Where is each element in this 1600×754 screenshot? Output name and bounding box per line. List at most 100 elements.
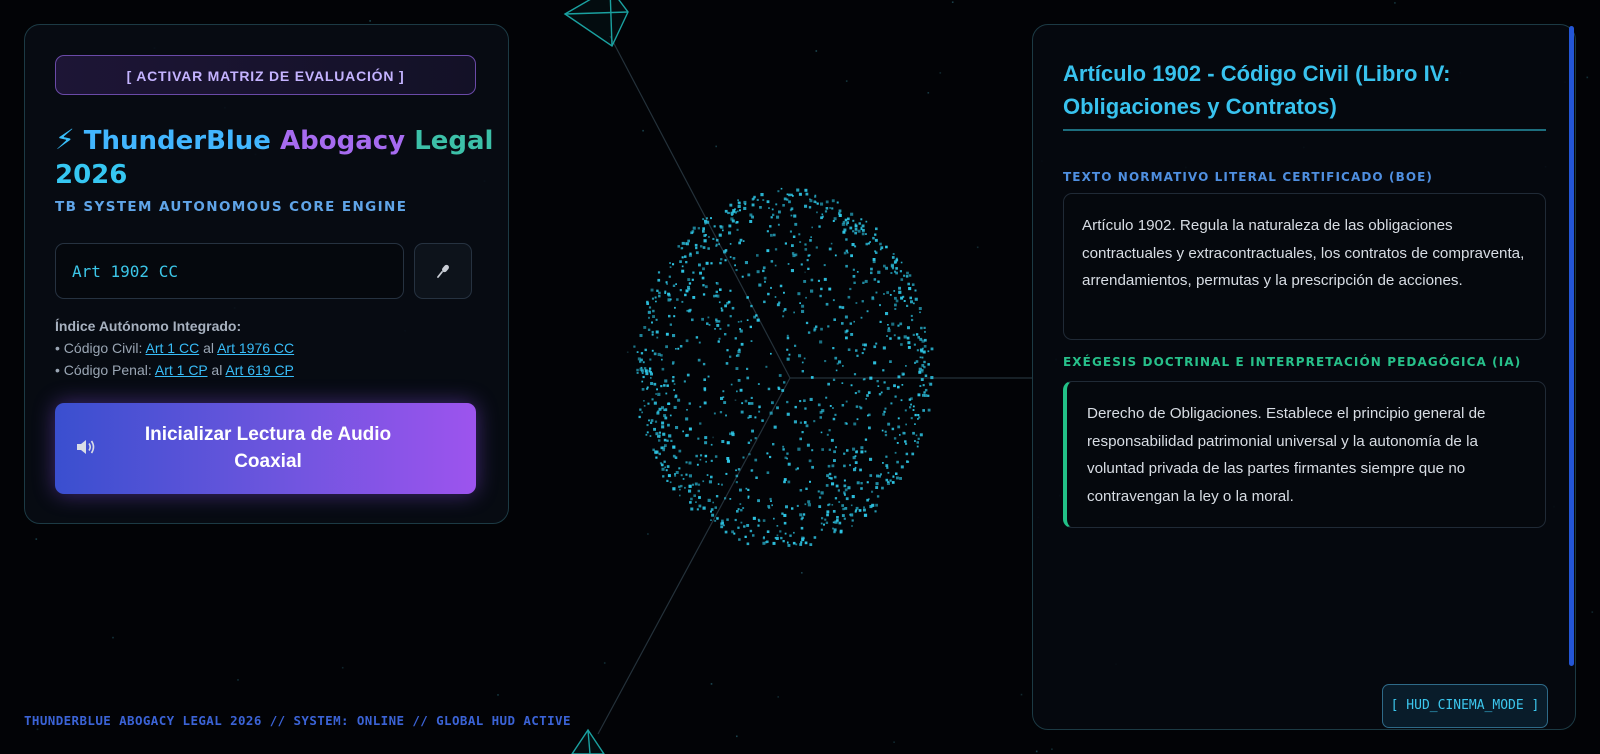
particle	[897, 324, 900, 327]
particle	[833, 450, 836, 454]
hud-cinema-mode-button[interactable]: [ HUD_CINEMA_MODE ]	[1382, 684, 1548, 728]
particle	[705, 261, 709, 265]
particle	[808, 206, 812, 209]
star	[1020, 693, 1023, 696]
particle	[734, 211, 737, 214]
particle	[685, 473, 688, 476]
particle	[672, 445, 676, 449]
particle	[704, 436, 708, 440]
particle	[744, 535, 747, 538]
particle	[738, 538, 741, 541]
particle	[783, 521, 787, 525]
normative-text-box: Artículo 1902. Regula la naturaleza de l…	[1063, 193, 1546, 340]
particle	[728, 224, 732, 228]
particle	[799, 241, 802, 243]
brand-word-legal: Legal	[414, 126, 494, 156]
particle	[642, 375, 645, 379]
particle	[845, 264, 848, 268]
particle	[927, 408, 931, 412]
particle	[821, 448, 824, 451]
particle	[919, 356, 922, 359]
particle	[666, 283, 668, 285]
particle	[818, 225, 821, 228]
particle	[742, 240, 745, 242]
particle	[732, 257, 736, 260]
particle	[769, 411, 773, 415]
particle	[853, 281, 856, 284]
activate-matrix-button[interactable]: [ ACTIVAR MATRIZ DE EVALUACIÓN ]	[55, 55, 476, 95]
particle	[714, 519, 717, 522]
control-panel: [ ACTIVAR MATRIZ DE EVALUACIÓN ] ⚡ Thund…	[24, 24, 509, 524]
particle	[908, 398, 912, 401]
particle	[927, 363, 930, 366]
particle	[843, 228, 847, 232]
particle	[923, 360, 926, 364]
voice-search-button[interactable]	[414, 243, 472, 299]
particle	[905, 452, 909, 456]
particle	[779, 284, 783, 288]
particle	[699, 422, 702, 425]
particle	[706, 217, 708, 220]
normative-text-label: TEXTO NORMATIVO LITERAL CERTIFICADO (BOE…	[1063, 170, 1433, 184]
particle	[710, 459, 713, 462]
particle	[842, 365, 844, 367]
particle	[647, 402, 650, 405]
particle	[769, 497, 772, 501]
particle	[845, 497, 849, 501]
particle	[881, 429, 884, 432]
particle	[790, 269, 794, 273]
start-audio-reading-button[interactable]: Inicializar Lectura de Audio Coaxial	[55, 403, 476, 494]
link-art-1-cp[interactable]: Art 1 CP	[155, 362, 208, 378]
particle	[845, 238, 848, 241]
particle	[832, 220, 835, 222]
particle	[880, 391, 883, 394]
particle	[669, 298, 672, 301]
particle	[897, 385, 900, 389]
star	[1586, 76, 1589, 79]
particle	[923, 326, 926, 329]
particle	[689, 308, 692, 312]
particle	[672, 263, 675, 266]
particle	[745, 487, 748, 490]
particle	[654, 296, 657, 299]
particle	[780, 187, 783, 190]
particle	[656, 336, 659, 339]
particle	[723, 524, 725, 527]
particle	[671, 379, 675, 383]
particle	[723, 401, 727, 404]
link-art-1-cc[interactable]: Art 1 CC	[146, 340, 200, 356]
link-art-619-cp[interactable]: Art 619 CP	[225, 362, 293, 378]
particle	[648, 316, 650, 319]
particle	[688, 489, 692, 493]
particle	[746, 542, 750, 546]
particle	[799, 513, 803, 517]
particle	[907, 282, 910, 286]
particle	[737, 204, 741, 208]
particle	[666, 465, 670, 468]
particle	[802, 513, 806, 516]
star	[939, 72, 942, 74]
star	[815, 50, 818, 52]
link-art-1976-cc[interactable]: Art 1976 CC	[217, 340, 294, 356]
particle	[815, 325, 818, 328]
particle	[702, 267, 705, 271]
particle	[654, 420, 658, 423]
particle	[881, 486, 884, 490]
particle	[675, 283, 677, 285]
particle	[658, 291, 661, 295]
particle	[865, 233, 867, 235]
particle	[875, 251, 878, 254]
particle	[860, 218, 863, 221]
particle	[894, 296, 897, 300]
particle	[860, 446, 864, 450]
particle	[789, 230, 792, 233]
particle	[714, 455, 718, 458]
particle	[794, 253, 798, 257]
particle	[735, 469, 737, 472]
particle	[789, 534, 792, 537]
article-search-input[interactable]	[55, 243, 404, 299]
particle	[658, 439, 661, 442]
brand-word-thunderblue: ThunderBlue	[83, 126, 271, 156]
particle	[647, 310, 651, 314]
particle	[743, 200, 747, 204]
